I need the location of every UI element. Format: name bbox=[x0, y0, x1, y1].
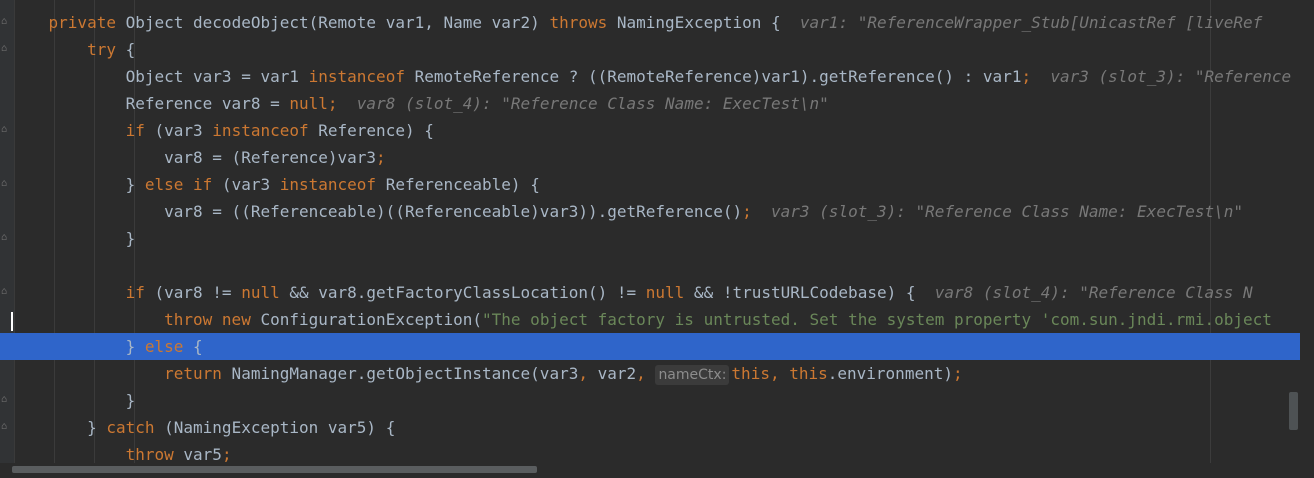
code-token: ; bbox=[376, 148, 386, 167]
code-line[interactable]: var8 = ((Referenceable)((Referenceable)v… bbox=[0, 198, 1300, 225]
text-cursor bbox=[11, 312, 13, 331]
code-token: catch bbox=[106, 418, 155, 437]
code-token: else if bbox=[144, 175, 213, 194]
horizontal-scrollbar-thumb[interactable] bbox=[12, 466, 537, 473]
code-line[interactable]: Reference var8 = null; var8 (slot_4): "R… bbox=[0, 90, 1300, 117]
code-line[interactable]: } else if (var3 instanceof Referenceable… bbox=[0, 171, 1300, 198]
code-line[interactable]: } catch (NamingException var5) { bbox=[0, 414, 1300, 441]
code-token: (var8 != bbox=[144, 283, 242, 302]
code-token: var8 = (Reference)var3 bbox=[10, 148, 377, 167]
debug-value-hint: var8 (slot_4): "Reference Class N bbox=[934, 283, 1253, 302]
code-token: throws bbox=[549, 13, 608, 32]
code-line[interactable]: Object var3 = var1 instanceof RemoteRefe… bbox=[0, 63, 1300, 90]
code-token: if bbox=[125, 121, 145, 140]
code-line[interactable]: } bbox=[0, 225, 1300, 252]
code-token: ; bbox=[952, 364, 963, 383]
code-token: ; bbox=[742, 202, 752, 221]
code-token: if bbox=[125, 283, 145, 302]
code-token: instanceof bbox=[279, 175, 377, 194]
debug-value-hint: var3 (slot_3): "Reference bbox=[1050, 67, 1292, 86]
debug-value-hint: var8 (slot_4): "Reference Class Name: Ex… bbox=[356, 94, 829, 113]
code-token: var8 = ((Referenceable)((Referenceable)v… bbox=[10, 202, 743, 221]
code-token: (var3 bbox=[212, 175, 280, 194]
code-token: this bbox=[789, 364, 828, 383]
code-token: && var8.getFactoryClassLocation() != bbox=[279, 283, 646, 302]
code-token: ; bbox=[221, 445, 232, 464]
code-token: ConfigurationException( bbox=[250, 310, 483, 329]
code-line[interactable]: var8 = (Reference)var3; bbox=[0, 144, 1300, 171]
parameter-name-hint: nameCtx: bbox=[655, 365, 730, 385]
code-token: NamingException { bbox=[607, 13, 800, 32]
code-token: , bbox=[636, 364, 646, 383]
code-token: throw new bbox=[164, 310, 251, 329]
vertical-scrollbar-thumb[interactable] bbox=[1289, 392, 1298, 430]
code-token: throw bbox=[125, 445, 174, 464]
code-token: else bbox=[144, 337, 184, 356]
code-token: RemoteReference ? ((RemoteReference)var1… bbox=[404, 67, 1022, 86]
code-token: Reference) { bbox=[308, 121, 434, 140]
code-line[interactable] bbox=[0, 252, 1300, 279]
code-token: { bbox=[115, 40, 136, 59]
code-line[interactable]: } bbox=[0, 387, 1300, 414]
vertical-scrollbar[interactable] bbox=[1300, 0, 1314, 478]
code-token: Reference var8 = bbox=[10, 94, 290, 113]
code-line[interactable]: try { bbox=[0, 36, 1300, 63]
code-token: } bbox=[10, 337, 145, 356]
code-token: ; bbox=[1021, 67, 1032, 86]
code-token: Object decodeObject(Remote var1, Name va… bbox=[115, 13, 550, 32]
code-token: return bbox=[164, 364, 222, 383]
code-token: Referenceable) { bbox=[376, 175, 540, 194]
code-token: null bbox=[289, 94, 328, 113]
code-token: null bbox=[645, 283, 685, 302]
code-token: .environment) bbox=[827, 364, 953, 383]
code-token: , bbox=[769, 364, 790, 383]
string-literal: "The object factory is untrusted. Set th… bbox=[482, 310, 1272, 329]
code-token: NamingManager.getObjectInstance(var3 bbox=[221, 364, 579, 383]
code-token: (var3 bbox=[144, 121, 213, 140]
code-line[interactable]: throw new ConfigurationException("The ob… bbox=[0, 306, 1300, 333]
code-token: } bbox=[10, 229, 136, 248]
code-token: private bbox=[48, 13, 116, 32]
code-token: && !trustURLCodebase) { bbox=[684, 283, 935, 302]
code-token: var2 bbox=[587, 364, 637, 383]
code-token: ; bbox=[327, 94, 338, 113]
code-token: instanceof bbox=[212, 121, 309, 140]
code-token: } bbox=[10, 175, 145, 194]
code-token: try bbox=[87, 40, 116, 59]
code-token: (NamingException var5) { bbox=[154, 418, 396, 437]
code-token: instanceof bbox=[308, 67, 405, 86]
code-token: { bbox=[183, 337, 203, 356]
code-line[interactable]: } else { bbox=[0, 333, 1300, 360]
code-token: } bbox=[10, 418, 107, 437]
code-line[interactable]: if (var3 instanceof Reference) { bbox=[0, 117, 1300, 144]
debug-value-hint: var1: "ReferenceWrapper_Stub[UnicastRef … bbox=[799, 13, 1263, 32]
code-token: , bbox=[578, 364, 588, 383]
code-token: this bbox=[731, 364, 770, 383]
code-token: } bbox=[10, 391, 136, 410]
code-token: Object var3 = var1 bbox=[10, 67, 309, 86]
code-editor[interactable]: private Object decodeObject(Remote var1,… bbox=[0, 0, 1300, 478]
code-line[interactable]: return NamingManager.getObjectInstance(v… bbox=[0, 360, 1300, 387]
debug-value-hint: var3 (slot_3): "Reference Class Name: Ex… bbox=[771, 202, 1244, 221]
code-token: null bbox=[241, 283, 280, 302]
code-line[interactable]: private Object decodeObject(Remote var1,… bbox=[0, 9, 1300, 36]
code-token: var5 bbox=[173, 445, 222, 464]
code-line[interactable]: if (var8 != null && var8.getFactoryClass… bbox=[0, 279, 1300, 306]
